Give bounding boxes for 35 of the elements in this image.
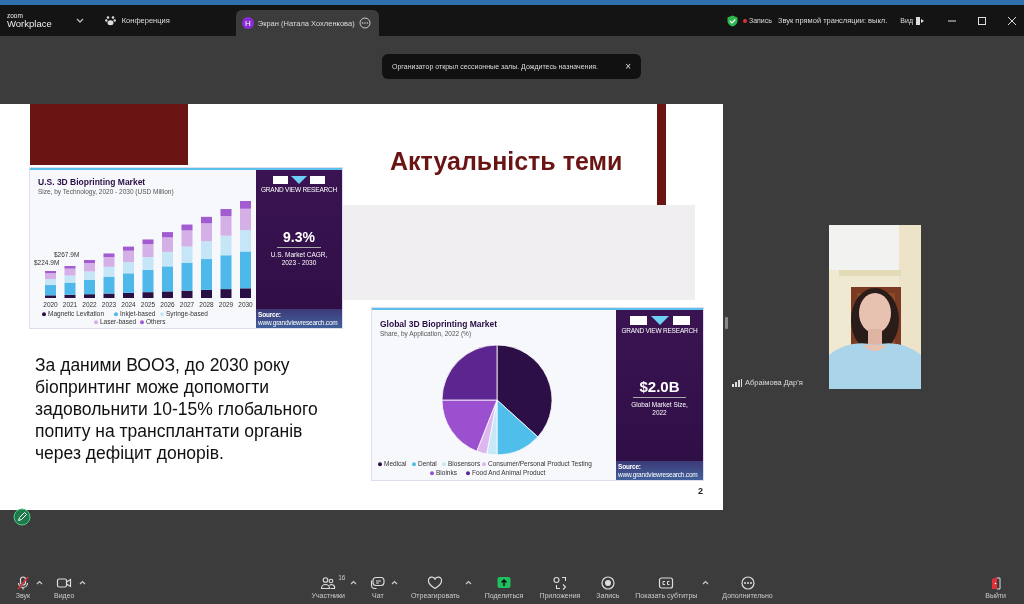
maximize-icon[interactable] — [977, 15, 987, 26]
view-icon — [916, 16, 924, 25]
brand-logo-icon — [629, 316, 690, 325]
headline-figure: 9.3% — [277, 229, 321, 248]
signal-icon — [732, 378, 742, 387]
caret-icon[interactable] — [79, 579, 87, 585]
brand-logo-icon — [273, 176, 325, 184]
stacked-bar — [64, 266, 76, 298]
slide-title: Актуальність теми — [390, 147, 623, 176]
stacked-bar — [142, 239, 154, 298]
page-number: 2 — [698, 486, 703, 496]
chart-title: U.S. 3D Bioprinting Market — [38, 177, 146, 187]
stacked-bar — [45, 271, 56, 298]
stacked-bar — [103, 253, 115, 298]
avatar: Н — [241, 17, 254, 29]
stacked-bar — [162, 232, 173, 298]
resize-handle[interactable] — [725, 317, 728, 329]
pen-icon[interactable] — [13, 508, 31, 526]
caret-icon[interactable] — [464, 579, 472, 585]
more-icon[interactable] — [358, 17, 371, 29]
headline-figure: $2.0B — [633, 378, 686, 398]
chart-title: Global 3D Bioprinting Market — [380, 319, 498, 329]
stacked-bar — [84, 260, 95, 298]
caret-icon[interactable] — [702, 579, 710, 585]
close-icon[interactable] — [1007, 15, 1017, 26]
stacked-bar — [123, 246, 134, 298]
slide-paragraph: За даними ВООЗ, до 2030 року біопринтинг може допомогти задовольнити 10-15% глобального попиту на трансплантати органів через дефіцит донорів. — [35, 354, 319, 464]
recording-dot-icon — [742, 18, 747, 23]
caret-icon[interactable] — [349, 579, 357, 585]
shield-icon[interactable] — [726, 14, 738, 27]
close-button[interactable]: × — [625, 61, 631, 72]
caret-icon[interactable] — [36, 579, 43, 585]
caret-icon[interactable] — [390, 579, 398, 585]
paw-icon — [104, 15, 116, 26]
chevron-down-icon[interactable] — [75, 18, 84, 23]
